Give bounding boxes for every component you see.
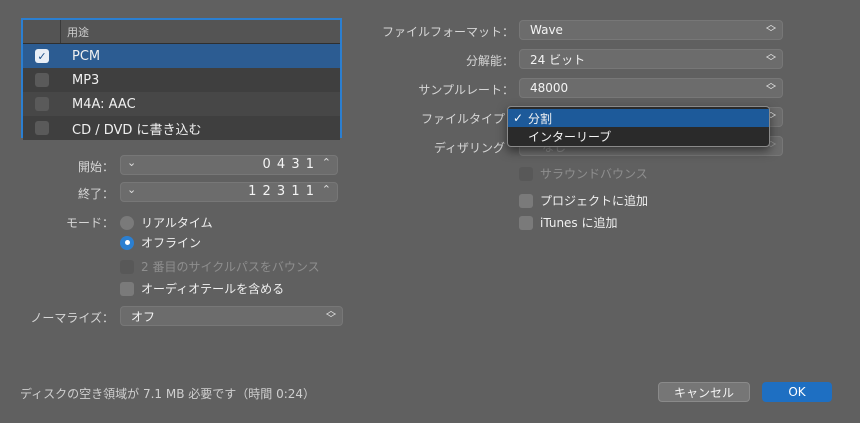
audio-tail-label: オーディオテールを含める [141,282,285,296]
second-cycle-label: 2 番目のサイクルパスをバウンス [141,260,320,274]
resolution-popup[interactable]: 24 ビット ︿ ﹀ [519,49,783,69]
surround-bounce-label: サラウンドバウンス [540,167,648,181]
purpose-row-mp3[interactable]: MP3 [23,68,340,92]
file-format-label: ファイルフォーマット： [381,25,514,39]
normalize-value: オフ [131,309,156,324]
updown-chevron-icon: ︿ ﹀ [766,20,776,39]
purpose-row-label: MP3 [72,72,100,88]
realtime-radio[interactable] [120,215,134,230]
add-to-itunes-checkbox[interactable] [519,215,533,230]
updown-chevron-icon: ︿ ﹀ [326,306,336,325]
purpose-row-label: CD / DVD に書き込む [72,122,202,138]
cancel-button[interactable]: キャンセル [658,382,750,402]
bounce-dialog: 用途 ✓ PCM MP3 M4A: AAC CD / DVD に書き込む 開始：… [0,0,860,423]
file-type-menu[interactable]: ✓ 分割 インターリーブ [507,106,770,147]
normalize-popup[interactable]: オフ ︿ ﹀ [120,306,343,326]
updown-chevron-icon: ︿ ﹀ [766,49,776,68]
ok-button[interactable]: OK [762,382,832,402]
sample-rate-value: 48000 [530,81,569,95]
end-value: 1 2 3 1 1 [248,184,315,199]
file-format-value: Wave [530,23,563,37]
resolution-value: 24 ビット [530,52,586,67]
surround-bounce-option: サラウンドバウンス [519,165,648,182]
sample-rate-popup[interactable]: 48000 ︿ ﹀ [519,78,783,98]
purpose-table-header: 用途 [23,20,340,44]
chevron-down-icon[interactable]: ⌄ [127,183,136,196]
add-to-project-checkbox[interactable] [519,193,533,208]
end-label: 終了： [77,187,114,201]
purpose-table[interactable]: 用途 ✓ PCM MP3 M4A: AAC CD / DVD に書き込む [21,18,342,140]
menu-item-label: インターリーブ [528,129,612,144]
add-to-project-label: プロジェクトに追加 [540,194,649,208]
add-to-itunes-option[interactable]: iTunes に追加 [519,214,618,231]
offline-option[interactable]: オフライン [120,234,201,251]
realtime-label: リアルタイム [141,216,213,230]
purpose-row-cd-dvd[interactable]: CD / DVD に書き込む [23,116,340,140]
menu-item-interleave[interactable]: インターリーブ [508,127,769,145]
resolution-label: 分解能： [465,54,514,68]
cd-dvd-checkbox[interactable] [35,121,49,135]
audio-tail-checkbox[interactable] [120,281,134,296]
normalize-label: ノーマライズ： [30,311,114,325]
second-cycle-option: 2 番目のサイクルパスをバウンス [120,258,320,275]
mode-label: モード： [65,216,114,230]
audio-tail-option[interactable]: オーディオテールを含める [120,280,284,297]
chevron-up-icon[interactable]: ⌃ [322,156,331,169]
disk-space-text: ディスクの空き領域が 7.1 MB 必要です（時間 0:24） [20,387,316,401]
file-type-label: ファイルタイプ [420,112,505,126]
offline-radio[interactable] [120,235,134,250]
m4a-checkbox[interactable] [35,97,49,111]
start-stepper[interactable]: ⌄ 0 4 3 1 ⌃ [120,155,338,175]
end-stepper[interactable]: ⌄ 1 2 3 1 1 ⌃ [120,182,338,202]
file-format-popup[interactable]: Wave ︿ ﹀ [519,20,783,40]
purpose-row-m4a[interactable]: M4A: AAC [23,92,340,116]
purpose-column-header: 用途 [67,25,89,39]
chevron-down-icon[interactable]: ⌄ [127,156,136,169]
offline-label: オフライン [141,236,202,250]
second-cycle-checkbox [120,259,134,274]
menu-item-split[interactable]: ✓ 分割 [508,109,769,127]
add-to-itunes-label: iTunes に追加 [540,216,618,230]
purpose-row-label: PCM [72,48,101,64]
menu-item-label: 分割 [528,111,553,126]
pcm-checkbox[interactable]: ✓ [35,49,49,63]
purpose-row-label: M4A: AAC [72,96,136,112]
add-to-project-option[interactable]: プロジェクトに追加 [519,192,648,209]
mp3-checkbox[interactable] [35,73,49,87]
start-value: 0 4 3 1 [262,157,315,172]
purpose-row-pcm[interactable]: ✓ PCM [23,44,340,68]
realtime-option[interactable]: リアルタイム [120,214,213,231]
checkmark-icon: ✓ [512,111,524,125]
updown-chevron-icon: ︿ ﹀ [766,78,776,97]
surround-bounce-checkbox [519,166,533,181]
dithering-label: ディザリング [433,141,505,155]
start-label: 開始： [77,160,114,174]
sample-rate-label: サンプルレート： [418,83,514,97]
chevron-up-icon[interactable]: ⌃ [322,183,331,196]
